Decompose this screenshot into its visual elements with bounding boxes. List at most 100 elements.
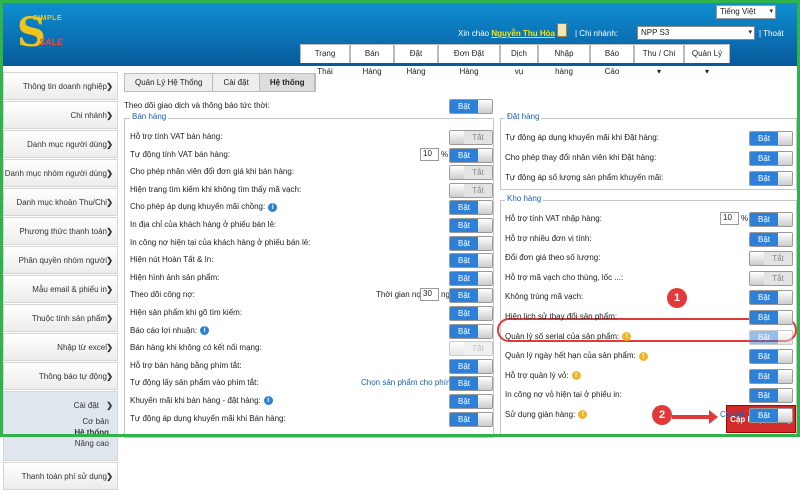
setting-link[interactable]: Chi tiết <box>720 410 745 419</box>
setting-toggle[interactable]: Tắt <box>449 341 493 357</box>
sidebar-subitem[interactable]: Hệ thống <box>74 427 109 438</box>
tab-item[interactable]: Đặt Hàng <box>394 44 438 76</box>
sidebar-subitem[interactable]: Cơ bản <box>74 416 109 427</box>
setting-number-input[interactable]: 10 <box>720 212 739 225</box>
toggle-knob <box>478 377 492 391</box>
toggle-knob <box>750 252 764 266</box>
info-icon[interactable]: i <box>263 396 273 406</box>
sidebar-item-label: Thuộc tính sản phẩm <box>31 314 107 323</box>
warning-icon[interactable]: ! <box>571 371 581 381</box>
sales-panel-title: Bán hàng <box>130 112 169 121</box>
setting-toggle[interactable]: Bật <box>749 171 793 186</box>
warning-icon[interactable]: ! <box>578 410 588 420</box>
setting-toggle[interactable]: Bật <box>449 376 493 392</box>
setting-toggle[interactable]: Tắt <box>449 165 493 181</box>
warning-icon[interactable]: ! <box>638 351 648 361</box>
setting-toggle[interactable]: Bật <box>449 394 493 409</box>
setting-toggle[interactable]: Bật <box>449 270 493 286</box>
setting-label-text: Theo dõi công nợ: <box>130 290 195 300</box>
sidebar-item[interactable]: Thanh toán phí sử dụng ❯ <box>3 462 118 490</box>
setting-toggle[interactable]: Bật <box>749 151 793 166</box>
setting-toggle[interactable]: Bật <box>749 388 793 404</box>
sidebar-item[interactable]: Danh mục nhóm người dùng ❯ <box>3 159 118 187</box>
breadcrumb-item[interactable]: Hệ thống <box>259 74 316 91</box>
user-name-link[interactable]: Nguyễn Thu Hòa <box>491 29 555 38</box>
sidebar-item[interactable]: Thông tin doanh nghiệp ❯ <box>3 72 118 100</box>
sidebar-item[interactable]: Cài đặt ❯ Cơ bản Hệ thống Nâng cao <box>3 391 118 461</box>
sidebar-item[interactable]: Chi nhánh ❯ <box>3 101 118 129</box>
setting-toggle[interactable]: Bật <box>449 323 493 339</box>
toggle-knob <box>478 395 492 408</box>
setting-toggle[interactable]: Tắt <box>749 251 793 267</box>
tab-item[interactable]: Quản Lý ▾ <box>684 44 730 76</box>
setting-toggle[interactable]: Bật <box>449 218 493 233</box>
sidebar-item[interactable]: Danh mục khoản Thu/Chi ❯ <box>3 188 118 216</box>
setting-toggle[interactable]: Bật <box>749 408 793 423</box>
notepad-icon[interactable] <box>557 23 567 37</box>
toggle-knob <box>778 350 792 364</box>
annotation-badge-1: 1 <box>667 288 687 308</box>
setting-toggle[interactable]: Bật <box>749 310 793 325</box>
setting-toggle[interactable]: Bật <box>749 349 793 365</box>
warning-icon[interactable]: ! <box>622 331 632 341</box>
tab-item[interactable]: Nhập hàng <box>538 44 590 76</box>
setting-toggle[interactable]: Bật <box>449 288 493 304</box>
top-setting-toggle[interactable]: Bật <box>449 99 493 114</box>
setting-toggle[interactable]: Bật <box>449 358 493 374</box>
sidebar-item[interactable]: Phân quyền nhóm người dùng❯ <box>3 246 118 292</box>
setting-toggle[interactable]: Tắt <box>449 130 493 145</box>
setting-toggle[interactable]: Bật <box>449 235 493 251</box>
toggle-state: Bật <box>750 350 778 364</box>
breadcrumb-item[interactable]: Cài đặt <box>213 74 260 91</box>
sidebar-subitem[interactable]: Nâng cao <box>74 438 109 449</box>
setting-number-input[interactable]: 30 <box>420 288 439 302</box>
tab-item[interactable]: Trạng Thái <box>300 44 350 76</box>
setting-label-text: Quản lý ngày hết hạn của sản phẩm: <box>505 351 636 361</box>
setting-toggle[interactable]: Tắt <box>449 182 493 198</box>
setting-label: Hỗ trợ mã vạch cho thùng, lốc ...: <box>505 273 623 282</box>
sidebar-item[interactable]: Phương thức thanh toán ❯ <box>3 217 118 245</box>
setting-toggle[interactable]: Tắt <box>749 270 793 286</box>
toggle-state: Bật <box>750 330 778 344</box>
sidebar-item[interactable]: Danh mục người dùng ❯ <box>3 130 118 158</box>
branch-select[interactable]: NPP S3 ▾ <box>637 26 755 40</box>
info-icon[interactable]: i <box>268 202 278 212</box>
setting-label-text: Hiện hình ảnh sản phẩm: <box>130 272 220 282</box>
toggle-knob <box>450 131 464 144</box>
tab-item[interactable]: Báo Cáo <box>590 44 634 76</box>
setting-toggle[interactable]: Bật <box>449 147 493 163</box>
toggle-state: Bật <box>450 412 478 426</box>
setting-toggle[interactable]: Bật <box>749 212 793 227</box>
setting-toggle[interactable]: Bật <box>449 200 493 216</box>
sidebar-item[interactable]: Mẫu email & phiếu in ❯ <box>3 275 118 303</box>
sidebar-item[interactable]: Nhập từ excel ❯ <box>3 333 118 361</box>
language-value: Tiếng Việt <box>720 7 756 16</box>
setting-unit: % <box>741 214 749 223</box>
setting-number-input[interactable]: 10 <box>420 147 439 161</box>
toggle-state: Bật <box>750 172 778 185</box>
tab-item[interactable]: Đơn Đặt Hàng <box>438 44 500 76</box>
breadcrumb-item[interactable]: Quản Lý Hệ Thống <box>125 74 214 91</box>
language-select[interactable]: Tiếng Việt ▾ <box>716 5 776 19</box>
tab-item[interactable]: Bán Hàng <box>350 44 394 76</box>
tab-item[interactable]: Thu / Chi ▾ <box>634 44 684 76</box>
tab-item[interactable]: Dịch vụ <box>500 44 538 76</box>
setting-label: Theo dõi công nợ: <box>130 290 195 299</box>
setting-toggle[interactable]: Bật <box>749 131 793 146</box>
setting-toggle[interactable]: Bật <box>449 253 493 269</box>
setting-label: In địa chỉ của khách hàng ở phiếu bán lẻ… <box>130 220 276 229</box>
setting-toggle[interactable]: Bật <box>749 368 793 384</box>
setting-toggle[interactable]: Bật <box>449 306 493 321</box>
setting-toggle[interactable]: Bật <box>449 411 493 427</box>
info-icon[interactable]: i <box>200 325 210 335</box>
toggle-knob <box>778 409 792 422</box>
setting-toggle[interactable]: Bật <box>749 290 793 306</box>
chevron-right-icon: ❯ <box>106 343 113 352</box>
logout-link[interactable]: | Thoát <box>759 29 784 38</box>
setting-toggle[interactable]: Bật <box>749 329 793 345</box>
setting-toggle[interactable]: Bật <box>749 231 793 247</box>
sidebar-item[interactable]: Thông báo tự động ❯ <box>3 362 118 390</box>
app-logo[interactable]: S SIMPLE SALE <box>17 11 77 55</box>
sidebar-item[interactable]: Thuộc tính sản phẩm ❯ <box>3 304 118 332</box>
setting-label: In công nợ hiện tại của khách hàng ở phi… <box>130 238 310 247</box>
